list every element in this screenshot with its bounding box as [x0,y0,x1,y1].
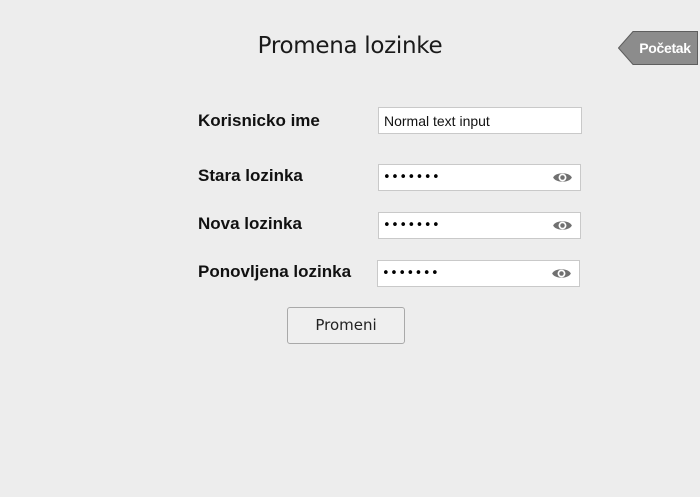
username-input[interactable] [378,107,582,134]
repeat-password-label: Ponovljena lozinka [198,262,352,281]
home-button-label: Početak [639,40,691,56]
repeat-password-input[interactable]: ••••••• [377,260,580,287]
username-label: Korisnicko ime [198,111,320,130]
page-title: Promena lozinke [257,33,443,59]
old-password-input[interactable]: ••••••• [378,164,581,191]
eye-icon[interactable] [552,218,573,233]
new-password-input[interactable]: ••••••• [378,212,581,239]
eye-icon[interactable] [551,266,572,281]
old-password-value: ••••••• [383,170,441,185]
change-password-button[interactable]: Promeni [287,307,405,344]
home-button[interactable]: Početak [618,31,698,65]
new-password-label: Nova lozinka [198,214,302,233]
old-password-label: Stara lozinka [198,166,303,185]
repeat-password-value: ••••••• [382,266,440,281]
eye-icon[interactable] [552,170,573,185]
new-password-value: ••••••• [383,218,441,233]
